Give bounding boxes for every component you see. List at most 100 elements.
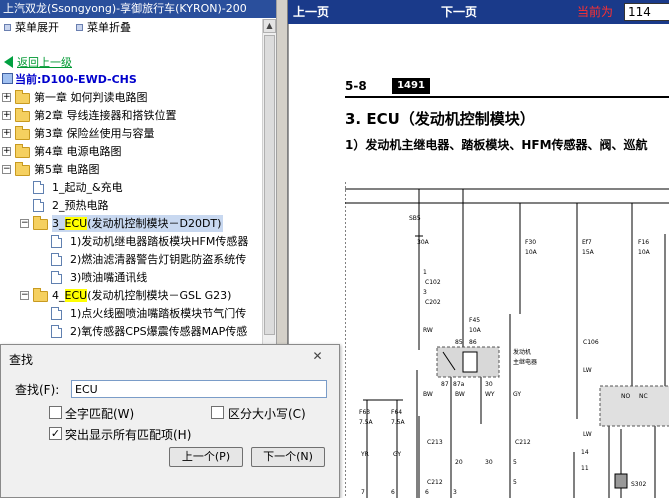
- folder-icon: [15, 144, 30, 158]
- tree-item-d20dt-2[interactable]: 2)燃油滤清器警告灯钥匙防盗系统传: [0, 251, 262, 268]
- svg-text:S302: S302: [631, 481, 646, 488]
- svg-text:F30: F30: [525, 239, 536, 246]
- back-arrow-icon: [4, 56, 13, 68]
- svg-text:BW: BW: [423, 391, 433, 398]
- svg-text:15A: 15A: [582, 249, 595, 256]
- svg-text:F16: F16: [638, 239, 649, 246]
- svg-text:LW: LW: [583, 367, 592, 374]
- svg-text:87a: 87a: [453, 381, 465, 388]
- expand-plus-icon[interactable]: +: [2, 93, 11, 102]
- svg-text:F63: F63: [359, 409, 370, 416]
- section-number: 5-8: [345, 79, 367, 93]
- document-heading: 3. ECU（发动机控制模块）: [345, 110, 535, 128]
- svg-text:Ef7: Ef7: [582, 239, 592, 246]
- page-number-badge: 1491: [392, 78, 430, 94]
- svg-text:7: 7: [361, 489, 365, 496]
- whole-word-checkbox[interactable]: [49, 406, 62, 419]
- tree-item-ch3[interactable]: + 第3章 保险丝使用与容量: [0, 125, 262, 142]
- document-icon: [33, 199, 44, 212]
- collapse-minus-icon[interactable]: −: [2, 165, 11, 174]
- svg-text:14: 14: [581, 449, 589, 456]
- find-dialog: 查找 ✕ 查找(F): 全字匹配(W) 区分大小写(C) ✓ 突出显示所有匹配项…: [0, 344, 340, 498]
- back-link[interactable]: 返回上一级: [4, 54, 72, 70]
- tree-item-label: 4_ECU(发动机控制模块－GSL G23): [52, 289, 232, 302]
- match-case-label: 区分大小写(C): [228, 407, 306, 421]
- document-icon: [51, 271, 62, 284]
- svg-text:F64: F64: [391, 409, 402, 416]
- find-prev-button[interactable]: 上一个(P): [169, 447, 243, 467]
- window-title: 上汽双龙(Ssongyong)-享御旅行车(KYRON)-200: [0, 0, 276, 18]
- svg-text:1: 1: [423, 269, 427, 276]
- match-case-checkbox[interactable]: [211, 406, 224, 419]
- svg-text:C102: C102: [425, 279, 441, 286]
- svg-text:20: 20: [455, 459, 463, 466]
- tree-item-ch4[interactable]: + 第4章 电源电路图: [0, 143, 262, 160]
- tree-item-ecu-gsl[interactable]: − 4_ECU(发动机控制模块－GSL G23): [0, 287, 262, 304]
- menu-bar: 菜单展开 菜单折叠: [0, 19, 262, 37]
- collapse-icon: [76, 24, 83, 31]
- page-number-input[interactable]: [624, 3, 669, 21]
- find-input[interactable]: [71, 380, 327, 398]
- tree-item-ch2[interactable]: + 第2章 导线连接器和搭铁位置: [0, 107, 262, 124]
- expand-plus-icon[interactable]: +: [2, 129, 11, 138]
- tree-item-d20dt-3[interactable]: 3)喷油嘴通讯线: [0, 269, 262, 286]
- highlight-all-checkbox[interactable]: ✓: [49, 427, 62, 440]
- svg-text:85: 85: [455, 339, 463, 346]
- tree-item-ch1[interactable]: + 第一章 如何判读电路图: [0, 89, 262, 106]
- tree-item-start-charge[interactable]: 1_起动_&充电: [0, 179, 262, 196]
- find-label: 查找(F):: [15, 383, 60, 397]
- search-highlight: ECU: [64, 217, 88, 230]
- prev-page-button[interactable]: 上一页: [293, 0, 329, 24]
- document-icon: [33, 181, 44, 194]
- svg-text:5: 5: [513, 459, 517, 466]
- tree-item-gsl-1[interactable]: 1)点火线圈喷油嘴踏板模块节气门传: [0, 305, 262, 322]
- collapse-minus-icon[interactable]: −: [20, 291, 29, 300]
- document-viewer: 上一页 下一页 当前为 5-8 1491 3. ECU（发动机控制模块） 1）发…: [288, 0, 669, 498]
- current-page-label: 当前为: [577, 5, 614, 19]
- svg-text:5: 5: [513, 479, 517, 486]
- collapse-minus-icon[interactable]: −: [20, 219, 29, 228]
- expand-plus-icon[interactable]: +: [2, 111, 11, 120]
- svg-text:6: 6: [425, 489, 429, 496]
- svg-text:C213: C213: [427, 439, 443, 446]
- svg-text:NC: NC: [639, 393, 648, 400]
- find-next-button[interactable]: 下一个(N): [251, 447, 325, 467]
- svg-text:6: 6: [391, 489, 395, 496]
- tree-item-d20dt-1[interactable]: 1)发动机继电器踏板模块HFM传感器: [0, 233, 262, 250]
- document-icon: [51, 307, 62, 320]
- computer-icon: [2, 73, 13, 84]
- document-page: 5-8 1491 3. ECU（发动机控制模块） 1）发动机主继电器、踏板模块、…: [288, 24, 669, 498]
- tree-item-preheat[interactable]: 2_预热电路: [0, 197, 262, 214]
- svg-text:10A: 10A: [525, 249, 538, 256]
- next-page-button[interactable]: 下一页: [441, 0, 477, 24]
- tree-item-ecu-d20dt[interactable]: − 3_ECU(发动机控制模块－D20DT): [0, 215, 262, 232]
- svg-text:RW: RW: [423, 327, 433, 334]
- menu-collapse-button[interactable]: 菜单折叠: [76, 19, 131, 37]
- svg-text:NO: NO: [621, 393, 630, 400]
- menu-expand-button[interactable]: 菜单展开: [4, 19, 59, 37]
- find-dialog-title: 查找: [9, 353, 34, 367]
- close-icon[interactable]: ✕: [309, 349, 326, 363]
- svg-text:3: 3: [453, 489, 457, 496]
- highlight-all-label: 突出显示所有匹配项(H): [65, 428, 192, 442]
- svg-text:30: 30: [485, 381, 493, 388]
- splice-s302: [614, 473, 628, 489]
- tree-item-ch5[interactable]: − 第5章 电路图: [0, 161, 262, 178]
- svg-text:87: 87: [441, 381, 449, 388]
- svg-text:30A: 30A: [417, 239, 430, 246]
- svg-text:YR: YR: [360, 451, 369, 458]
- tree-item-gsl-2[interactable]: 2)氧传感器CPS爆震传感器MAP传感: [0, 323, 262, 340]
- folder-icon: [15, 90, 30, 104]
- scroll-up-arrow-icon[interactable]: ▲: [263, 19, 276, 33]
- document-icon: [51, 325, 62, 338]
- expand-plus-icon[interactable]: +: [2, 147, 11, 156]
- svg-text:7.5A: 7.5A: [391, 419, 406, 426]
- tree-item-label: 3_ECU(发动机控制模块－D20DT): [52, 215, 224, 232]
- folder-open-icon: [33, 288, 48, 302]
- svg-text:LW: LW: [583, 431, 592, 438]
- scrollbar-thumb[interactable]: [264, 35, 275, 335]
- folder-open-icon: [15, 162, 30, 176]
- svg-text:GY: GY: [393, 451, 401, 458]
- folder-open-icon: [33, 216, 48, 230]
- whole-word-label: 全字匹配(W): [65, 407, 135, 421]
